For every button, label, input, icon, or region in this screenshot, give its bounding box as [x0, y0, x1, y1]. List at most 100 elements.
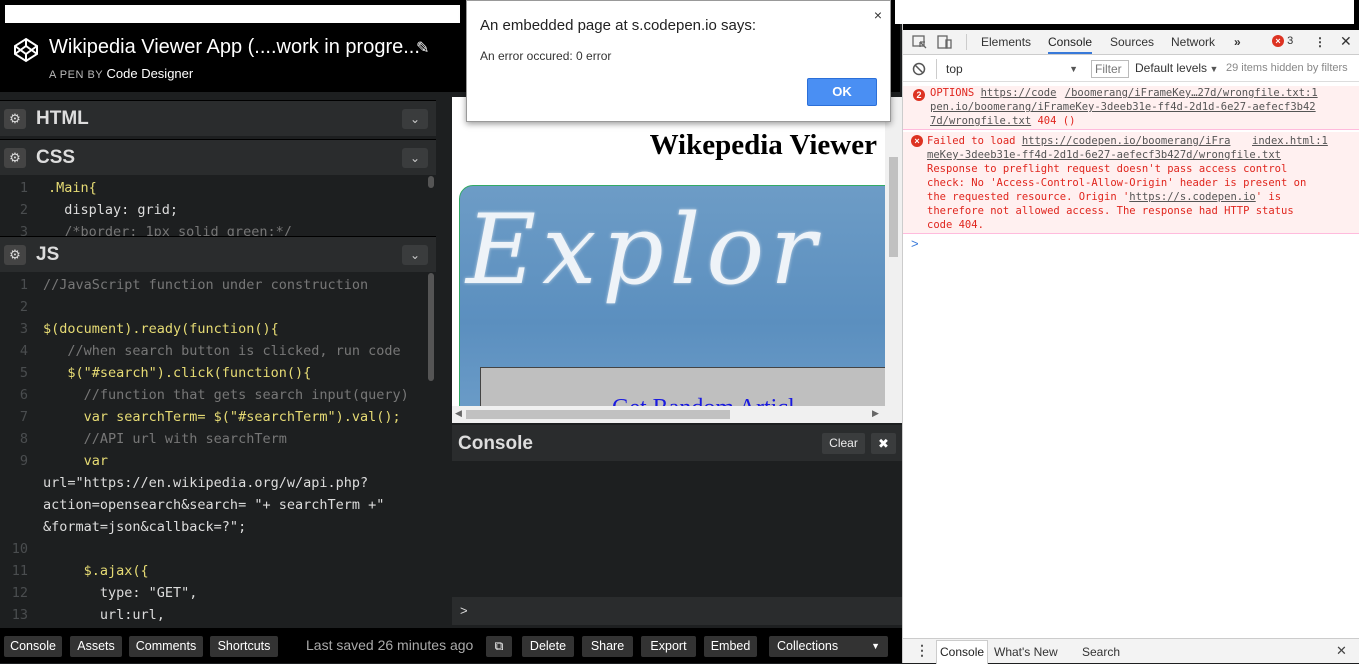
- dialog-close-icon[interactable]: ×: [874, 7, 882, 23]
- inspect-element-icon[interactable]: [912, 35, 928, 50]
- css-collapse-chevron-icon[interactable]: ⌄: [402, 148, 428, 168]
- error-line: meKey-3deeb31e-ff4d-2d1d-6e27-aefecf3b42…: [927, 148, 1281, 162]
- drawer-close-icon[interactable]: ✕: [1336, 643, 1347, 659]
- console-input[interactable]: >: [452, 597, 902, 625]
- request-url-link[interactable]: pen.io/boomerang/iFrameKey-3deeb31e-ff4d…: [930, 101, 1316, 113]
- tab-console[interactable]: Console: [1048, 35, 1093, 54]
- css-code-line: /*border: 1px solid green;*/: [48, 224, 292, 236]
- default-levels-dropdown[interactable]: Default levels ▼: [1135, 61, 1218, 75]
- result-preview: Wikepedia Viewer Explor Get Random Artic…: [452, 97, 902, 423]
- html-settings-gear-icon[interactable]: ⚙: [4, 109, 26, 129]
- css-scrollbar[interactable]: [428, 176, 434, 188]
- css-settings-gear-icon[interactable]: ⚙: [4, 148, 26, 168]
- byline-prefix: A PEN BY: [49, 69, 103, 81]
- origin-link[interactable]: https://s.codepen.io: [1129, 191, 1255, 203]
- js-settings-gear-icon[interactable]: ⚙: [4, 245, 26, 265]
- toolbar-divider: [936, 59, 937, 79]
- js-code-line: $.ajax({: [43, 563, 149, 579]
- js-editor-label: JS: [36, 244, 60, 265]
- js-code-line: //JavaScript function under construction: [43, 277, 369, 293]
- device-toolbar-icon[interactable]: [937, 34, 953, 50]
- error-line: the requested resource. Origin 'https://…: [927, 190, 1281, 204]
- preview-hscroll-thumb[interactable]: [466, 410, 730, 419]
- open-external-icon[interactable]: ⧉: [486, 636, 512, 657]
- console-button[interactable]: Console: [4, 636, 62, 657]
- scroll-left-arrow-icon[interactable]: ◀: [455, 408, 462, 419]
- js-code-line: action=opensearch&search= "+ searchTerm …: [43, 497, 385, 513]
- request-url-link[interactable]: 7d/wrongfile.txt: [930, 115, 1031, 127]
- dialog-ok-button[interactable]: OK: [807, 78, 877, 106]
- collections-dropdown[interactable]: Collections ▼: [769, 636, 888, 657]
- tab-network[interactable]: Network: [1171, 35, 1215, 49]
- js-code-line: //API url with searchTerm: [43, 431, 287, 447]
- request-url-link[interactable]: https://code: [981, 87, 1057, 99]
- js-code-line: //when search button is clicked, run cod…: [43, 343, 401, 359]
- error-line: therefore not allowed access. The respon…: [927, 205, 1294, 217]
- drawer-tab-console[interactable]: Console: [936, 640, 989, 664]
- js-code-area[interactable]: 1 //JavaScript function under constructio…: [0, 273, 436, 627]
- clear-console-icon[interactable]: [912, 62, 926, 76]
- error-x-icon: ×: [1272, 35, 1284, 47]
- embed-button[interactable]: Embed: [704, 636, 757, 657]
- devtools-panel: Elements Console Sources Network » × 3 ⋮…: [895, 0, 1359, 664]
- source-location-link[interactable]: index.html:1: [1252, 134, 1328, 148]
- js-line-number: 7: [19, 409, 28, 425]
- css-line-number: 1: [19, 180, 28, 196]
- pen-byline: A PEN BY Code Designer: [49, 66, 193, 81]
- source-location-link[interactable]: /boomerang/iFrameKey…27d/wrongfile.txt:1: [1065, 87, 1318, 99]
- js-collapse-chevron-icon[interactable]: ⌄: [402, 245, 428, 265]
- js-line-number: 10: [11, 541, 28, 557]
- browser-address-bar[interactable]: [5, 5, 460, 23]
- html-editor-label: HTML: [36, 108, 89, 129]
- dialog-message: An error occured: 0 error: [480, 49, 612, 63]
- preview-vscroll-thumb[interactable]: [889, 157, 898, 257]
- alert-dialog: An embedded page at s.codepen.io says: ×…: [466, 0, 891, 122]
- more-tabs-chevron-icon[interactable]: »: [1234, 35, 1241, 49]
- preview-horizontal-scrollbar[interactable]: ◀ ▶: [452, 406, 902, 423]
- drawer-menu-kebab-icon[interactable]: ⋮: [915, 642, 929, 659]
- console-toolbar: top ▼ Filter Default levels ▼ 29 items h…: [903, 56, 1359, 82]
- console-title: Console: [458, 433, 533, 454]
- console-header: Console Clear ✖: [452, 425, 902, 461]
- console-prompt[interactable]: >: [911, 236, 919, 251]
- console-clear-button[interactable]: Clear: [822, 433, 865, 454]
- share-button[interactable]: Share: [582, 636, 633, 657]
- context-value: top: [946, 62, 963, 76]
- bottom-toolbar: Console Assets Comments Shortcuts Last s…: [0, 628, 902, 663]
- shortcuts-button[interactable]: Shortcuts: [210, 636, 278, 657]
- collections-caret-icon: ▼: [871, 641, 880, 651]
- request-url-link[interactable]: meKey-3deeb31e-ff4d-2d1d-6e27-aefecf3b42…: [927, 149, 1281, 161]
- js-line-number: 5: [19, 365, 28, 381]
- css-editor-header[interactable]: ⚙ CSS ⌄: [0, 139, 436, 175]
- assets-button[interactable]: Assets: [70, 636, 122, 657]
- css-code-area[interactable]: 1 .Main{ 2 display: grid; 3 /*border: 1p…: [0, 176, 436, 236]
- drawer-tab-whats-new[interactable]: What's New: [994, 645, 1058, 659]
- drawer-tab-search[interactable]: Search: [1082, 645, 1120, 659]
- preview-vertical-scrollbar[interactable]: [885, 97, 902, 407]
- context-selector[interactable]: top ▼: [942, 59, 1082, 79]
- author-link[interactable]: Code Designer: [107, 66, 194, 81]
- codepen-logo-icon[interactable]: [13, 37, 39, 63]
- tab-elements[interactable]: Elements: [981, 35, 1031, 49]
- request-url-link[interactable]: https://codepen.io/boomerang/iFra: [1022, 135, 1231, 147]
- devtools-menu-kebab-icon[interactable]: ⋮: [1314, 35, 1326, 49]
- html-editor-header[interactable]: ⚙ HTML ⌄: [0, 100, 436, 136]
- css-editor-label: CSS: [36, 147, 76, 168]
- delete-button[interactable]: Delete: [522, 636, 574, 657]
- error-counter[interactable]: × 3: [1272, 35, 1293, 47]
- export-button[interactable]: Export: [641, 636, 696, 657]
- html-collapse-chevron-icon[interactable]: ⌄: [402, 109, 428, 129]
- comments-button[interactable]: Comments: [129, 636, 203, 657]
- js-code-line: &format=json&callback=?";: [43, 519, 247, 535]
- edit-title-pencil-icon[interactable]: ✎: [416, 38, 429, 58]
- console-close-icon[interactable]: ✖: [871, 433, 896, 454]
- tab-sources[interactable]: Sources: [1110, 35, 1154, 49]
- css-line-number: 3: [19, 224, 28, 236]
- js-code-line: var searchTerm= $("#searchTerm").val();: [43, 409, 401, 425]
- devtools-close-icon[interactable]: ✕: [1340, 33, 1352, 50]
- scroll-right-arrow-icon[interactable]: ▶: [872, 408, 879, 419]
- js-scrollbar[interactable]: [428, 273, 434, 381]
- pen-title[interactable]: Wikipedia Viewer App (....work in progre…: [49, 36, 420, 59]
- js-editor-header[interactable]: ⚙ JS ⌄: [0, 236, 436, 272]
- console-filter-input[interactable]: Filter: [1091, 60, 1129, 78]
